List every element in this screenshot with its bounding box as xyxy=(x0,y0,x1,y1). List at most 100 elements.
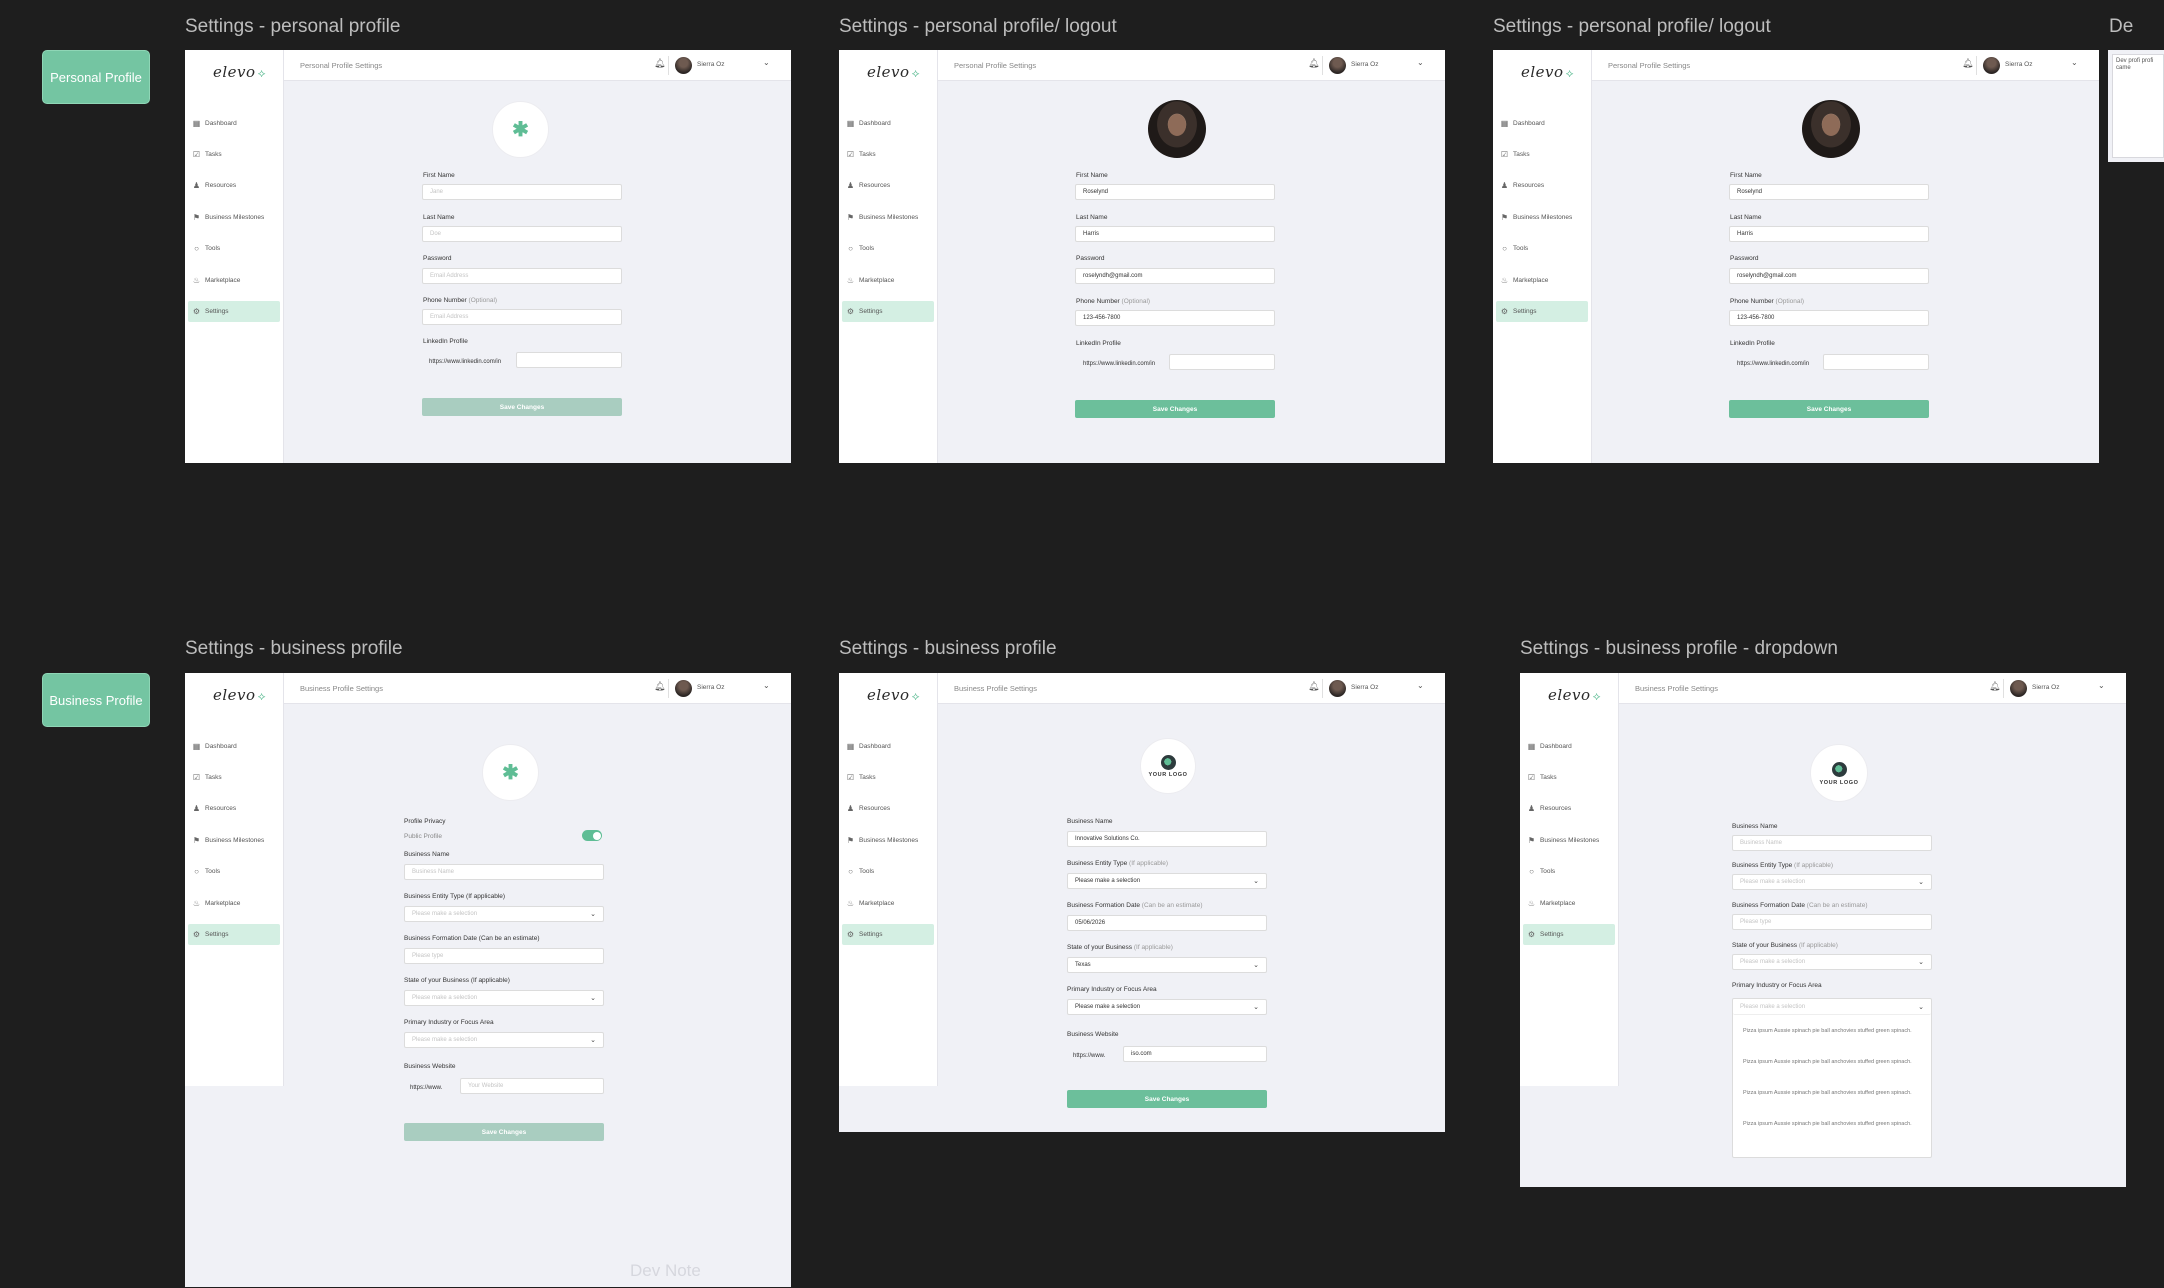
save-changes-button[interactable]: Save Changes xyxy=(404,1123,604,1141)
sidebar-item-milestones[interactable]: ⚑ Business Milestones xyxy=(1523,830,1615,851)
bell-icon[interactable]: 🔔︎ xyxy=(1308,58,1319,69)
dropdown-option[interactable]: Pizza ipsum Aussie spinach pie ball anch… xyxy=(1743,1027,1919,1036)
chevron-down-icon[interactable]: ⌄ xyxy=(763,58,770,67)
industry-select[interactable]: Please make a selection ⌄ xyxy=(1733,999,1931,1015)
state-select[interactable]: Please make a selection ⌄ xyxy=(1732,954,1932,970)
chevron-down-icon[interactable]: ⌄ xyxy=(763,681,770,690)
avatar[interactable] xyxy=(2010,680,2027,697)
save-changes-button[interactable]: Save Changes xyxy=(1729,400,1929,418)
sidebar-item-resources[interactable]: ♟ Resources xyxy=(1523,798,1615,819)
public-profile-toggle[interactable] xyxy=(582,830,602,841)
sidebar-item-resources[interactable]: ♟ Resources xyxy=(842,798,934,819)
avatar[interactable] xyxy=(675,680,692,697)
bell-icon[interactable]: 🔔︎ xyxy=(654,58,665,69)
sidebar-item-resources[interactable]: ♟ Resources xyxy=(1496,175,1588,196)
industry-dropdown-open[interactable]: Please make a selection ⌄ Pizza ipsum Aus… xyxy=(1732,998,1932,1158)
first-name-field[interactable]: Roselynd xyxy=(1729,184,1929,200)
sidebar-item-milestones[interactable]: ⚑ Business Milestones xyxy=(842,830,934,851)
sidebar-item-dashboard[interactable]: ▦ Dashboard xyxy=(188,113,280,134)
business-name-field[interactable]: Business Name xyxy=(404,864,604,880)
bell-icon[interactable]: 🔔︎ xyxy=(1962,58,1973,69)
sidebar-item-dashboard[interactable]: ▦ Dashboard xyxy=(188,736,280,757)
profile-photo[interactable] xyxy=(1148,100,1206,158)
entity-type-select[interactable]: Please make a selection ⌄ xyxy=(404,906,604,922)
website-field[interactable]: iso.com xyxy=(1123,1046,1267,1062)
avatar[interactable] xyxy=(1329,680,1346,697)
linkedin-field[interactable] xyxy=(1169,354,1275,370)
sidebar-item-tools[interactable]: ○ Tools xyxy=(188,861,280,882)
business-profile-section-button[interactable]: Business Profile xyxy=(42,673,150,727)
bell-icon[interactable]: 🔔︎ xyxy=(654,681,665,692)
sidebar-item-settings[interactable]: ⚙ Settings xyxy=(1496,301,1588,322)
entity-type-select[interactable]: Please make a selection ⌄ xyxy=(1732,874,1932,890)
business-name-field[interactable]: Innovative Solutions Co. xyxy=(1067,831,1267,847)
sidebar-item-tools[interactable]: ○ Tools xyxy=(842,861,934,882)
last-name-field[interactable]: Harris xyxy=(1075,226,1275,242)
personal-profile-section-button[interactable]: Personal Profile xyxy=(42,50,150,104)
dropdown-option[interactable]: Pizza ipsum Aussie spinach pie ball anch… xyxy=(1743,1089,1919,1098)
avatar[interactable] xyxy=(675,57,692,74)
sidebar-item-tools[interactable]: ○ Tools xyxy=(1523,861,1615,882)
profile-placeholder-avatar[interactable]: ✱ xyxy=(492,101,549,158)
save-changes-button[interactable]: Save Changes xyxy=(1067,1090,1267,1108)
last-name-field[interactable]: Harris xyxy=(1729,226,1929,242)
phone-field[interactable]: 123-456-7800 xyxy=(1729,310,1929,326)
sidebar-item-dashboard[interactable]: ▦ Dashboard xyxy=(1523,736,1615,757)
sidebar-item-tasks[interactable]: ☑ Tasks xyxy=(1496,144,1588,165)
sidebar-item-resources[interactable]: ♟ Resources xyxy=(842,175,934,196)
business-logo[interactable]: YOUR LOGO xyxy=(1810,744,1868,802)
sidebar-item-marketplace[interactable]: ♨ Marketplace xyxy=(842,270,934,291)
sidebar-item-marketplace[interactable]: ♨ Marketplace xyxy=(188,270,280,291)
sidebar-item-tasks[interactable]: ☑ Tasks xyxy=(842,144,934,165)
sidebar-item-tasks[interactable]: ☑ Tasks xyxy=(188,767,280,788)
last-name-field[interactable]: Doe xyxy=(422,226,622,242)
sidebar-item-resources[interactable]: ♟ Resources xyxy=(188,798,280,819)
dropdown-option[interactable]: Pizza ipsum Aussie spinach pie ball anch… xyxy=(1743,1058,1919,1067)
linkedin-field[interactable] xyxy=(516,352,622,368)
sidebar-item-resources[interactable]: ♟ Resources xyxy=(188,175,280,196)
sidebar-item-settings[interactable]: ⚙ Settings xyxy=(842,301,934,322)
chevron-down-icon[interactable]: ⌄ xyxy=(2098,681,2105,690)
linkedin-field[interactable] xyxy=(1823,354,1929,370)
state-select[interactable]: Texas ⌄ xyxy=(1067,957,1267,973)
chevron-down-icon[interactable]: ⌄ xyxy=(2071,58,2078,67)
profile-photo[interactable] xyxy=(1802,100,1860,158)
save-changes-button[interactable]: Save Changes xyxy=(422,398,622,416)
save-changes-button[interactable]: Save Changes xyxy=(1075,400,1275,418)
password-field[interactable]: Email Address xyxy=(422,268,622,284)
chevron-down-icon[interactable]: ⌄ xyxy=(1417,681,1424,690)
dropdown-option[interactable]: Pizza ipsum Aussie spinach pie ball anch… xyxy=(1743,1120,1919,1129)
first-name-field[interactable]: Roselynd xyxy=(1075,184,1275,200)
business-placeholder-avatar[interactable]: ✱ xyxy=(482,744,539,801)
business-name-field[interactable]: Business Name xyxy=(1732,835,1932,851)
sidebar-item-settings[interactable]: ⚙ Settings xyxy=(188,924,280,945)
sidebar-item-settings[interactable]: ⚙ Settings xyxy=(842,924,934,945)
state-select[interactable]: Please make a selection ⌄ xyxy=(404,990,604,1006)
sidebar-item-dashboard[interactable]: ▦ Dashboard xyxy=(842,113,934,134)
entity-type-select[interactable]: Please make a selection ⌄ xyxy=(1067,873,1267,889)
sidebar-item-marketplace[interactable]: ♨ Marketplace xyxy=(1523,893,1615,914)
sidebar-item-tasks[interactable]: ☑ Tasks xyxy=(842,767,934,788)
sidebar-item-milestones[interactable]: ⚑ Business Milestones xyxy=(1496,207,1588,228)
avatar[interactable] xyxy=(1329,57,1346,74)
sidebar-item-dashboard[interactable]: ▦ Dashboard xyxy=(842,736,934,757)
sidebar-item-marketplace[interactable]: ♨ Marketplace xyxy=(188,893,280,914)
sidebar-item-tasks[interactable]: ☑ Tasks xyxy=(188,144,280,165)
password-field[interactable]: roselyndh@gmail.com xyxy=(1729,268,1929,284)
sidebar-item-milestones[interactable]: ⚑ Business Milestones xyxy=(188,207,280,228)
phone-field[interactable]: Email Address xyxy=(422,309,622,325)
sidebar-item-tools[interactable]: ○ Tools xyxy=(188,238,280,259)
sidebar-item-settings[interactable]: ⚙ Settings xyxy=(1523,924,1615,945)
website-field[interactable]: Your Website xyxy=(460,1078,604,1094)
bell-icon[interactable]: 🔔︎ xyxy=(1308,681,1319,692)
formation-date-field[interactable]: Please type xyxy=(1732,914,1932,930)
sidebar-item-tools[interactable]: ○ Tools xyxy=(1496,238,1588,259)
chevron-down-icon[interactable]: ⌄ xyxy=(1417,58,1424,67)
industry-select[interactable]: Please make a selection ⌄ xyxy=(1067,999,1267,1015)
sidebar-item-marketplace[interactable]: ♨ Marketplace xyxy=(842,893,934,914)
sidebar-item-tools[interactable]: ○ Tools xyxy=(842,238,934,259)
sidebar-item-milestones[interactable]: ⚑ Business Milestones xyxy=(188,830,280,851)
formation-date-field[interactable]: Please type xyxy=(404,948,604,964)
industry-select[interactable]: Please make a selection ⌄ xyxy=(404,1032,604,1048)
sidebar-item-milestones[interactable]: ⚑ Business Milestones xyxy=(842,207,934,228)
